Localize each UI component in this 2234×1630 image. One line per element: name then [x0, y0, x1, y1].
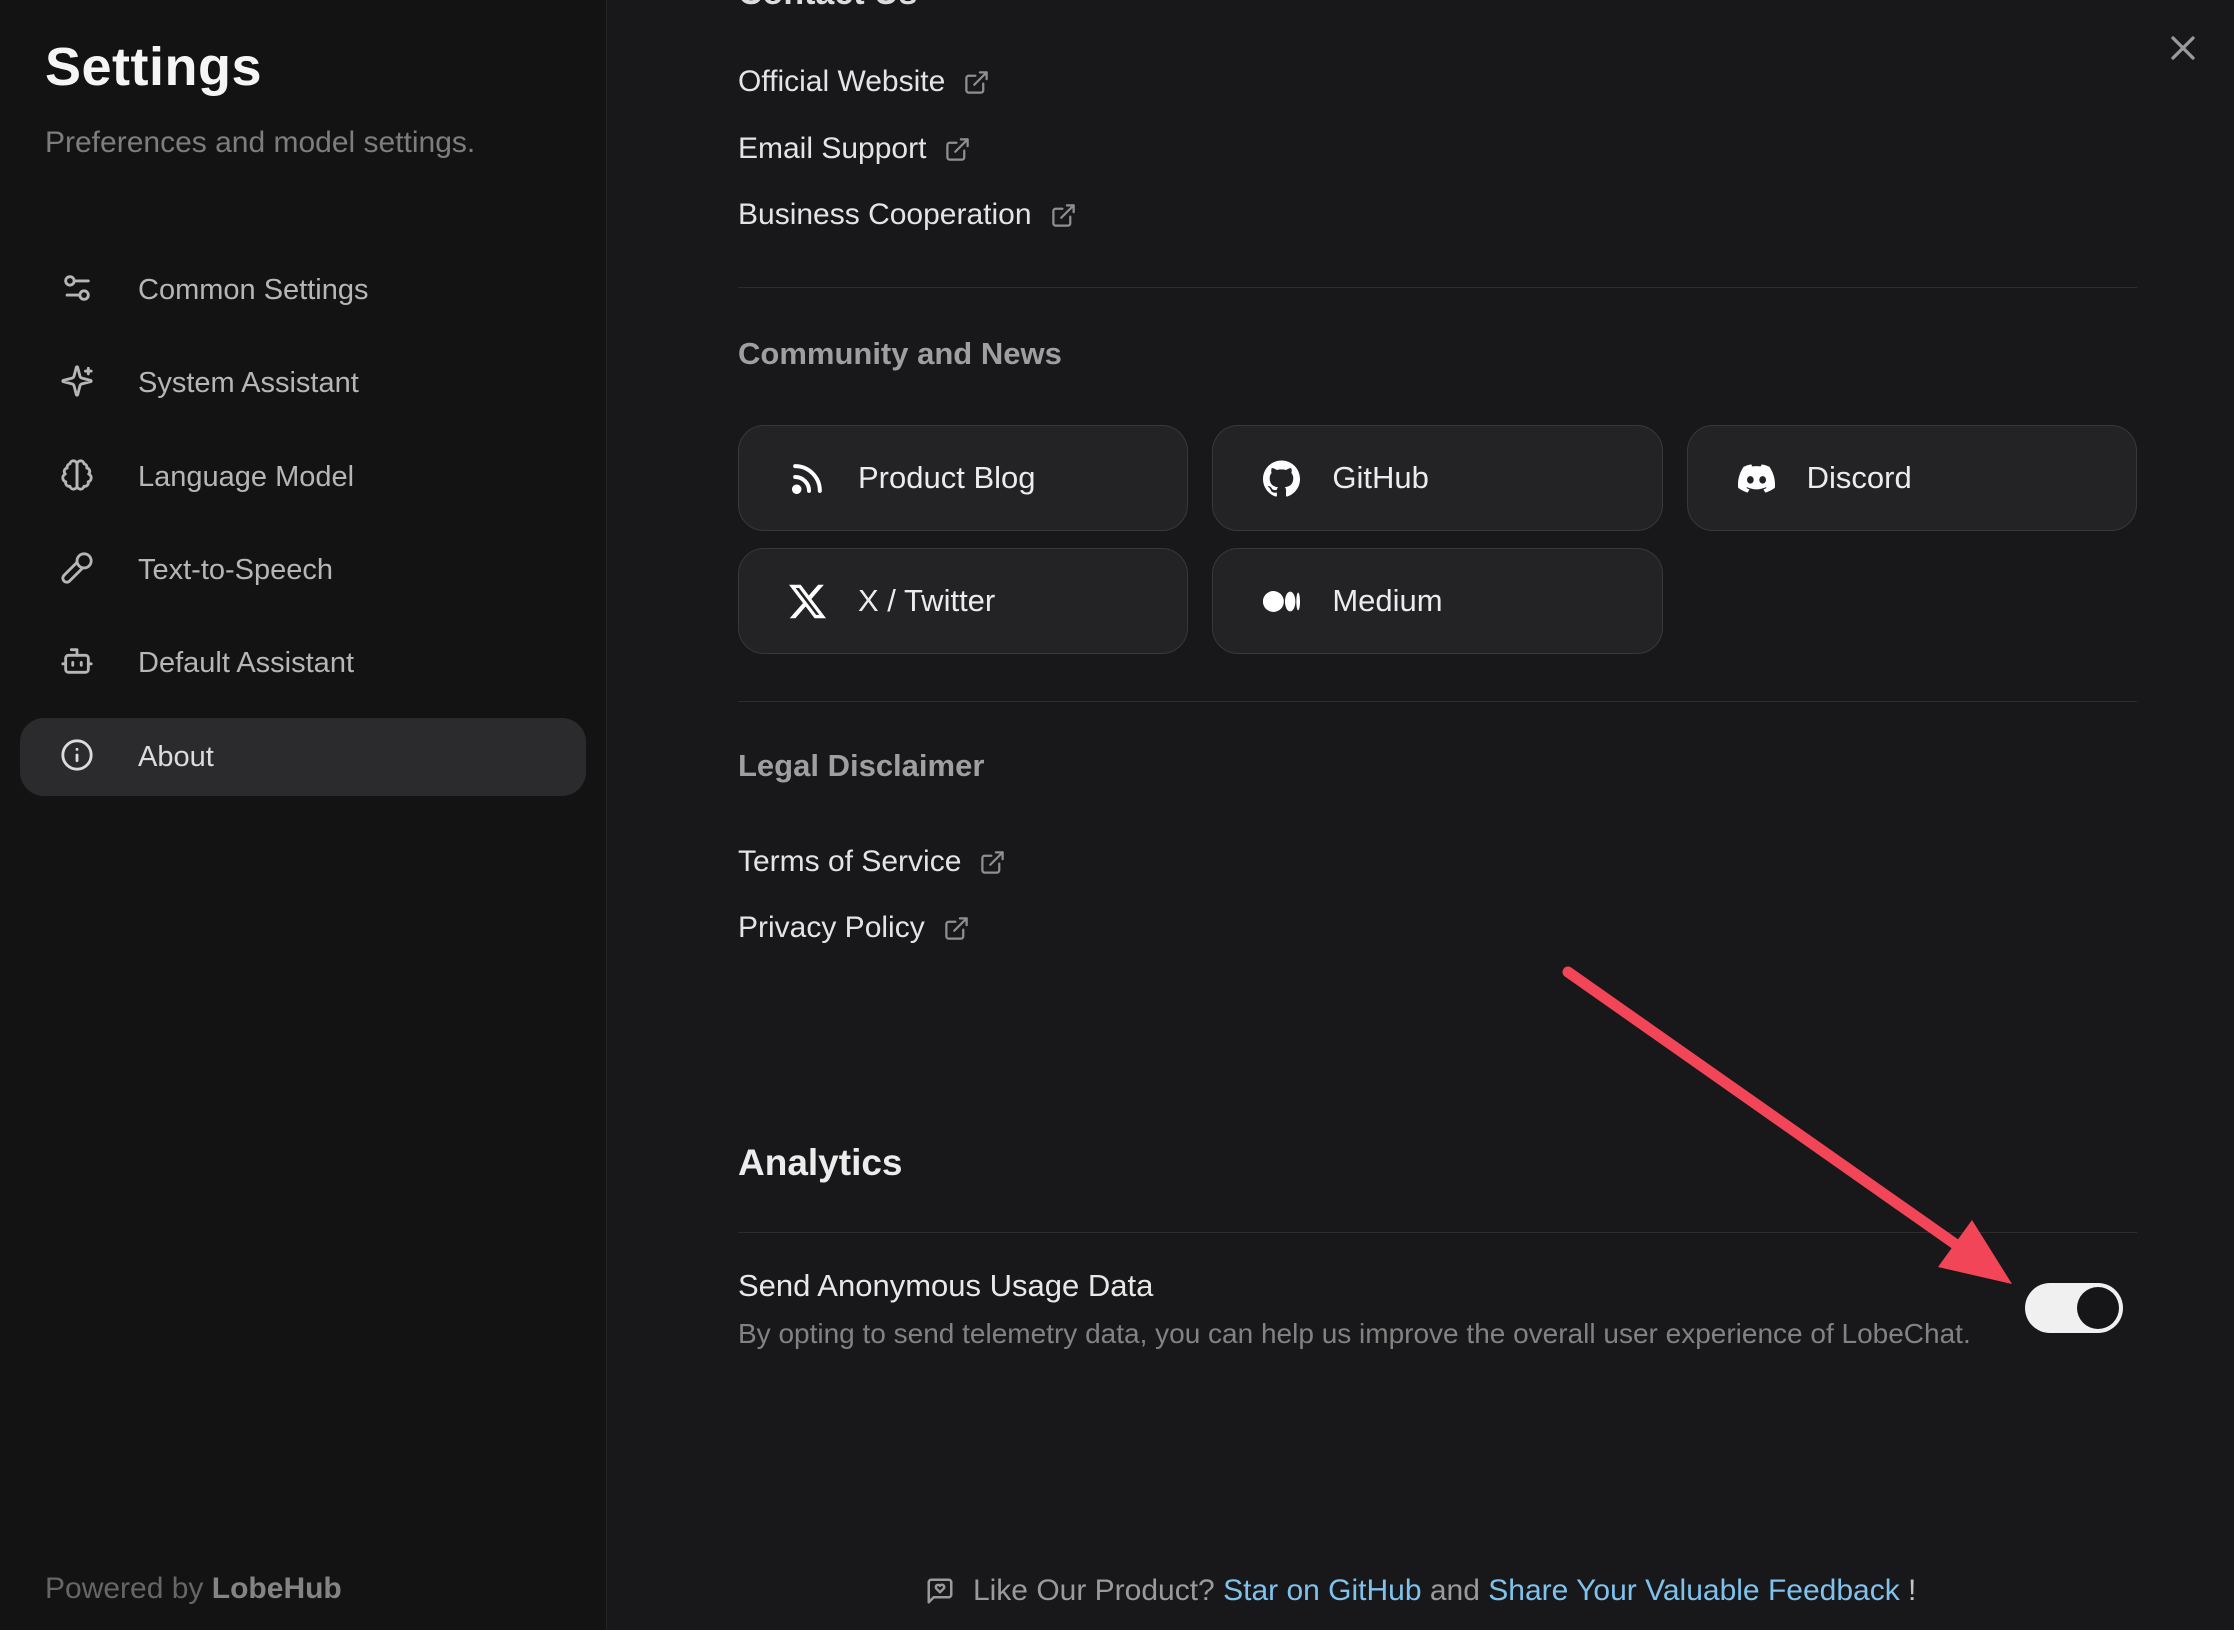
section-divider [738, 701, 2137, 702]
send-usage-data-description: By opting to send telemetry data, you ca… [738, 1318, 1971, 1350]
external-link-icon [979, 849, 1006, 876]
link-label: Terms of Service [738, 840, 961, 884]
settings-sidebar: Settings Preferences and model settings.… [0, 0, 607, 1630]
brain-icon [60, 458, 94, 497]
product-footer: Like Our Product? Star on GitHub and Sha… [607, 1574, 2234, 1608]
message-heart-icon [925, 1576, 955, 1606]
discord-button[interactable]: Discord [1687, 425, 2137, 531]
sidebar-item-label: About [138, 741, 214, 774]
rss-icon [789, 460, 826, 497]
sidebar-item-about[interactable]: About [20, 718, 586, 796]
button-label: Discord [1807, 460, 1912, 496]
email-support-link[interactable]: Email Support [738, 127, 971, 171]
link-label: Email Support [738, 127, 926, 171]
external-link-icon [1050, 202, 1077, 229]
button-label: X / Twitter [858, 583, 995, 619]
page-title: Settings [45, 36, 262, 98]
discord-icon [1738, 460, 1775, 497]
link-label: Business Cooperation [738, 193, 1032, 237]
sparkles-icon [60, 364, 94, 403]
sidebar-item-language-model[interactable]: Language Model [20, 438, 586, 516]
external-link-icon [944, 136, 971, 163]
contact-us-heading: Contact Us [738, 0, 917, 13]
medium-icon [1263, 583, 1300, 620]
community-heading: Community and News [738, 336, 1062, 372]
external-link-icon [943, 915, 970, 942]
button-label: Product Blog [858, 460, 1036, 496]
sidebar-item-default-assistant[interactable]: Default Assistant [20, 624, 586, 702]
sidebar-item-label: Default Assistant [138, 647, 354, 680]
medium-button[interactable]: Medium [1212, 548, 1662, 654]
close-icon[interactable] [2163, 28, 2203, 68]
powered-by-text: Powered by [45, 1572, 203, 1605]
product-blog-button[interactable]: Product Blog [738, 425, 1188, 531]
info-icon [60, 738, 94, 777]
sidebar-item-common-settings[interactable]: Common Settings [20, 251, 586, 329]
x-logo-icon [789, 583, 826, 620]
button-label: Medium [1332, 583, 1442, 619]
section-divider [738, 287, 2137, 288]
sidebar-item-text-to-speech[interactable]: Text-to-Speech [20, 531, 586, 609]
section-divider [738, 1232, 2137, 1233]
terms-of-service-link[interactable]: Terms of Service [738, 840, 1006, 884]
footer-suffix: ! [1908, 1574, 1916, 1607]
footer-prefix: Like Our Product? [973, 1574, 1215, 1607]
external-link-icon [963, 69, 990, 96]
sidebar-item-label: Text-to-Speech [138, 554, 333, 587]
settings-modal: Settings Preferences and model settings.… [0, 0, 2234, 1630]
send-usage-toggle[interactable] [2025, 1283, 2123, 1333]
github-button[interactable]: GitHub [1212, 425, 1662, 531]
x-twitter-button[interactable]: X / Twitter [738, 548, 1188, 654]
sidebar-item-label: System Assistant [138, 367, 359, 400]
footer-middle: and [1430, 1574, 1480, 1607]
github-icon [1263, 460, 1300, 497]
analytics-heading: Analytics [738, 1142, 903, 1184]
sidebar-item-label: Common Settings [138, 274, 369, 307]
community-buttons: Product Blog GitHub Discord X / Twitter … [738, 425, 2137, 654]
share-feedback-link[interactable]: Share Your Valuable Feedback [1488, 1574, 1899, 1607]
sidebar-item-label: Language Model [138, 461, 354, 494]
mic-icon [60, 551, 94, 590]
link-label: Privacy Policy [738, 906, 925, 950]
lobehub-brand-link[interactable]: LobeHub [212, 1572, 342, 1605]
legal-heading: Legal Disclaimer [738, 748, 984, 784]
sidebar-item-system-assistant[interactable]: System Assistant [20, 344, 586, 422]
about-panel: Contact Us Official Website Email Suppor… [607, 0, 2234, 1630]
bot-icon [60, 644, 94, 683]
page-subtitle: Preferences and model settings. [45, 126, 475, 160]
link-label: Official Website [738, 60, 945, 104]
star-on-github-link[interactable]: Star on GitHub [1223, 1574, 1421, 1607]
sliders-icon [60, 271, 94, 310]
privacy-policy-link[interactable]: Privacy Policy [738, 906, 970, 950]
toggle-knob [2077, 1287, 2119, 1329]
powered-by: Powered by LobeHub [45, 1572, 342, 1606]
send-usage-data-label: Send Anonymous Usage Data [738, 1268, 1153, 1304]
button-label: GitHub [1332, 460, 1428, 496]
business-cooperation-link[interactable]: Business Cooperation [738, 193, 1077, 237]
official-website-link[interactable]: Official Website [738, 60, 990, 104]
